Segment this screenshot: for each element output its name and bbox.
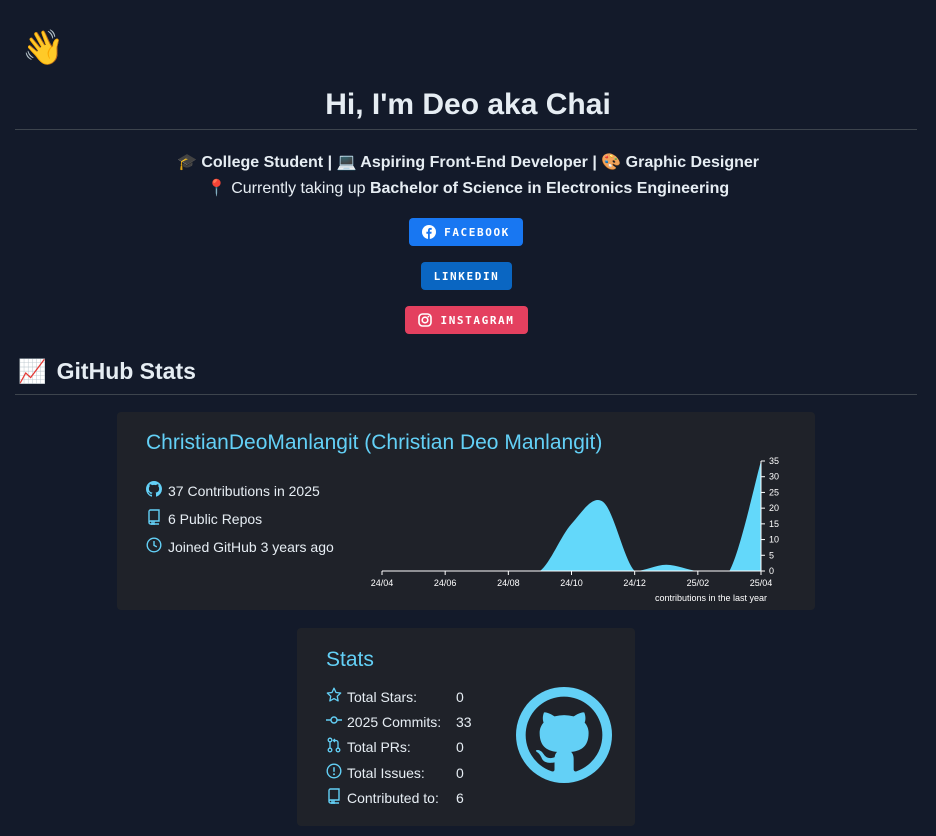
graduation-cap-icon: 🎓 bbox=[176, 154, 197, 171]
y-tick-label: 30 bbox=[769, 472, 779, 482]
stat-label: Total Stars: bbox=[347, 689, 418, 705]
github-octocat-logo bbox=[516, 687, 612, 788]
separator: | bbox=[592, 154, 597, 171]
stat-value: 0 bbox=[456, 689, 464, 705]
y-tick-label: 10 bbox=[769, 535, 779, 545]
github-stats-title: GitHub Stats bbox=[56, 358, 196, 384]
x-tick-label: 24/06 bbox=[434, 578, 457, 588]
stat-value: 33 bbox=[456, 714, 472, 730]
stat-row-prs: Total PRs: 0 bbox=[326, 737, 464, 757]
title-divider bbox=[15, 129, 917, 130]
x-tick-label: 25/02 bbox=[687, 578, 710, 588]
role-student: College Student bbox=[201, 154, 324, 171]
laptop-icon: 💻 bbox=[336, 154, 357, 171]
repo-icon bbox=[326, 788, 342, 808]
profile-card: ChristianDeoManlangit (Christian Deo Man… bbox=[117, 412, 815, 610]
contributions-area bbox=[382, 461, 761, 571]
x-tick-label: 25/04 bbox=[750, 578, 773, 588]
stat-label: 2025 Commits: bbox=[347, 714, 442, 730]
stats-card: Stats Total Stars: 0 2025 Commits: 33 To… bbox=[297, 628, 635, 826]
facebook-badge-label: FACEBOOK bbox=[444, 225, 510, 239]
stat-row-stars: Total Stars: 0 bbox=[326, 687, 464, 707]
commit-icon bbox=[326, 712, 342, 732]
facebook-icon bbox=[422, 225, 437, 239]
section-divider bbox=[15, 394, 917, 395]
education-line: 📍 Currently taking up Bachelor of Scienc… bbox=[0, 179, 936, 199]
linkedin-badge-label: LINKEDIN bbox=[433, 269, 500, 283]
separator: | bbox=[327, 154, 333, 171]
stat-row-commits: 2025 Commits: 33 bbox=[326, 712, 472, 732]
x-tick-label: 24/08 bbox=[497, 578, 520, 588]
page-title: Hi, I'm Deo aka Chai bbox=[325, 88, 611, 121]
y-tick-label: 35 bbox=[769, 456, 779, 466]
y-tick-label: 25 bbox=[769, 487, 779, 497]
waving-hand-emoji: 👋 bbox=[22, 29, 65, 67]
pull-request-icon bbox=[326, 737, 342, 757]
currently-text: Currently taking up bbox=[231, 180, 366, 197]
stat-label: Total PRs: bbox=[347, 739, 411, 755]
issue-icon bbox=[326, 763, 342, 783]
stat-row-contributed: Contributed to: 6 bbox=[326, 788, 464, 808]
x-tick-label: 24/10 bbox=[560, 578, 583, 588]
stat-value: 6 bbox=[456, 790, 464, 806]
contributions-chart: 24/04 24/06 24/08 24/10 24/12 25/02 25/04 0 5 10… bbox=[371, 456, 779, 603]
pin-icon: 📍 bbox=[206, 180, 227, 197]
instagram-icon bbox=[418, 313, 433, 327]
role-designer: Graphic Designer bbox=[625, 154, 760, 171]
stats-card-title: Stats bbox=[326, 648, 374, 671]
stat-label: Contributed to: bbox=[347, 790, 439, 806]
stat-row-issues: Total Issues: 0 bbox=[326, 763, 464, 783]
stat-value: 0 bbox=[456, 765, 464, 781]
y-tick-label: 0 bbox=[769, 566, 774, 576]
x-tick-label: 24/04 bbox=[371, 578, 394, 588]
y-tick-label: 15 bbox=[769, 519, 779, 529]
degree-text: Bachelor of Science in Electronics Engin… bbox=[369, 180, 730, 197]
roles-line: 🎓 College Student | 💻 Aspiring Front-End… bbox=[0, 153, 936, 173]
x-axis-label: contributions in the last year bbox=[655, 593, 767, 603]
x-tick-label: 24/12 bbox=[623, 578, 646, 588]
x-axis-ticks: 24/04 24/06 24/08 24/10 24/12 25/02 25/04 bbox=[371, 571, 773, 588]
palette-icon: 🎨 bbox=[601, 154, 622, 171]
y-tick-label: 20 bbox=[769, 503, 779, 513]
chart-increasing-icon: 📈 bbox=[18, 358, 47, 384]
linkedin-badge[interactable]: LINKEDIN bbox=[421, 262, 512, 290]
stat-value: 0 bbox=[456, 739, 464, 755]
role-developer: Aspiring Front-End Developer bbox=[360, 154, 588, 171]
star-icon bbox=[326, 687, 342, 707]
y-axis-ticks: 0 5 10 15 20 25 30 35 bbox=[761, 456, 779, 576]
instagram-badge[interactable]: INSTAGRAM bbox=[405, 306, 528, 334]
instagram-badge-label: INSTAGRAM bbox=[440, 313, 515, 327]
y-tick-label: 5 bbox=[769, 550, 774, 560]
stat-label: Total Issues: bbox=[347, 765, 425, 781]
facebook-badge[interactable]: FACEBOOK bbox=[409, 218, 523, 246]
github-stats-heading: 📈 GitHub Stats bbox=[18, 356, 196, 386]
